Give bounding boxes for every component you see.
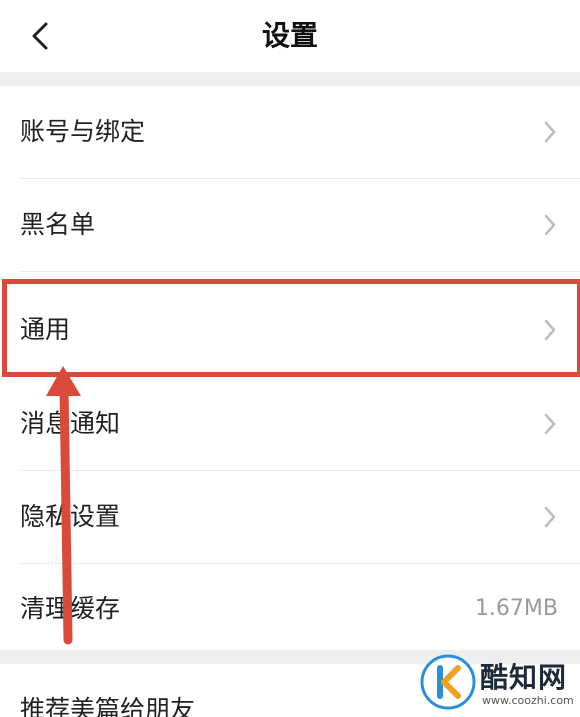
chevron-right-icon xyxy=(544,214,556,236)
settings-item-general[interactable]: 通用 xyxy=(0,284,580,376)
settings-item-label: 清理缓存 xyxy=(20,594,121,623)
settings-item-clear-cache[interactable]: 清理缓存 1.67MB xyxy=(0,563,580,655)
settings-item-label: 黑名单 xyxy=(20,210,96,239)
settings-item-label: 通用 xyxy=(20,315,71,344)
chevron-right-icon xyxy=(544,413,556,435)
divider xyxy=(20,271,580,272)
watermark-brand: 酷知网 xyxy=(480,661,568,694)
watermark: 酷知网 www.coozhi.com xyxy=(418,648,580,717)
settings-item-label: 消息通知 xyxy=(20,409,121,438)
cache-size-value: 1.67MB xyxy=(474,596,558,621)
settings-item-blacklist[interactable]: 黑名单 xyxy=(0,179,580,271)
chevron-right-icon xyxy=(544,319,556,341)
chevron-right-icon xyxy=(544,506,556,528)
settings-list: 账号与绑定 黑名单 通用 消息通知 隐私设置 清理缓存 1.67MB xyxy=(0,86,580,650)
page-title: 设置 xyxy=(261,19,318,52)
section-gap xyxy=(0,72,580,86)
chevron-right-icon xyxy=(544,121,556,143)
settings-item-account-binding[interactable]: 账号与绑定 xyxy=(0,86,580,178)
divider xyxy=(20,376,580,377)
settings-item-label: 账号与绑定 xyxy=(20,117,146,146)
watermark-logo xyxy=(420,654,476,710)
settings-item-notifications[interactable]: 消息通知 xyxy=(0,378,580,470)
top-bar: 设置 xyxy=(0,0,580,72)
settings-item-privacy[interactable]: 隐私设置 xyxy=(0,471,580,563)
settings-item-label: 推荐美篇给朋友 xyxy=(20,695,196,717)
settings-item-label: 隐私设置 xyxy=(20,502,121,531)
watermark-url: www.coozhi.com xyxy=(482,694,574,707)
